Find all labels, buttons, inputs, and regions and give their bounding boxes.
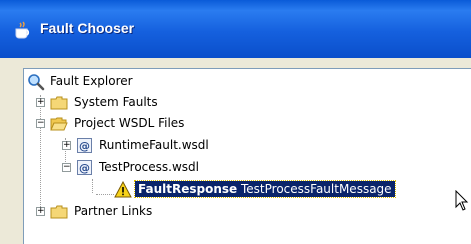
folder-icon <box>50 96 68 110</box>
tree-label: Project WSDL Files <box>74 116 185 130</box>
fault-chooser-window: Fault Chooser Fault Explorer + System Fa… <box>0 0 471 244</box>
tree-node-partner-links[interactable]: + Partner Links <box>34 202 234 222</box>
tree-label: Partner Links <box>74 204 153 218</box>
expand-toggle[interactable]: + <box>62 141 71 150</box>
fault-tree[interactable]: Fault Explorer + System Faults − Project… <box>23 68 471 244</box>
window-title: Fault Chooser <box>40 20 135 36</box>
tree-label: RuntimeFault.wsdl <box>99 138 209 152</box>
title-bar[interactable]: Fault Chooser <box>0 0 471 58</box>
folder-icon <box>50 205 68 219</box>
tree-node-project-wsdl-files[interactable]: − Project WSDL Files <box>34 114 254 134</box>
wsdl-file-icon: @ <box>77 160 92 175</box>
expand-toggle[interactable]: + <box>36 207 45 216</box>
tree-node-system-faults[interactable]: + System Faults <box>34 93 234 113</box>
open-folder-icon <box>50 117 68 131</box>
coffee-cup-icon <box>15 21 30 39</box>
svg-text:@: @ <box>79 162 90 175</box>
fault-message-type: TestProcessFaultMessage <box>241 182 392 196</box>
selected-tree-label: FaultResponse TestProcessFaultMessage <box>134 180 396 198</box>
tree-label: TestProcess.wsdl <box>99 160 199 174</box>
expand-toggle[interactable]: + <box>36 98 45 107</box>
tree-connector <box>92 179 93 193</box>
collapse-toggle[interactable]: − <box>36 119 45 128</box>
magnifier-icon <box>28 74 45 91</box>
tree-label: System Faults <box>74 95 158 109</box>
tree-node-runtimefault-wsdl[interactable]: + @ RuntimeFault.wsdl <box>60 136 280 156</box>
dialog-body: Fault Explorer + System Faults − Project… <box>0 58 471 244</box>
tree-node-faultresponse[interactable]: FaultResponse TestProcessFaultMessage <box>114 180 434 200</box>
collapse-toggle[interactable]: − <box>62 163 71 172</box>
tree-node-testprocess-wsdl[interactable]: − @ TestProcess.wsdl <box>60 158 280 178</box>
warning-icon <box>114 181 132 198</box>
svg-text:@: @ <box>79 140 90 153</box>
tree-root-fault-explorer[interactable]: Fault Explorer <box>27 72 227 92</box>
mouse-cursor-icon <box>455 190 469 211</box>
tree-connector <box>96 194 114 195</box>
tree-label: Fault Explorer <box>50 74 133 88</box>
fault-name: FaultResponse <box>138 182 238 196</box>
wsdl-file-icon: @ <box>77 138 92 153</box>
